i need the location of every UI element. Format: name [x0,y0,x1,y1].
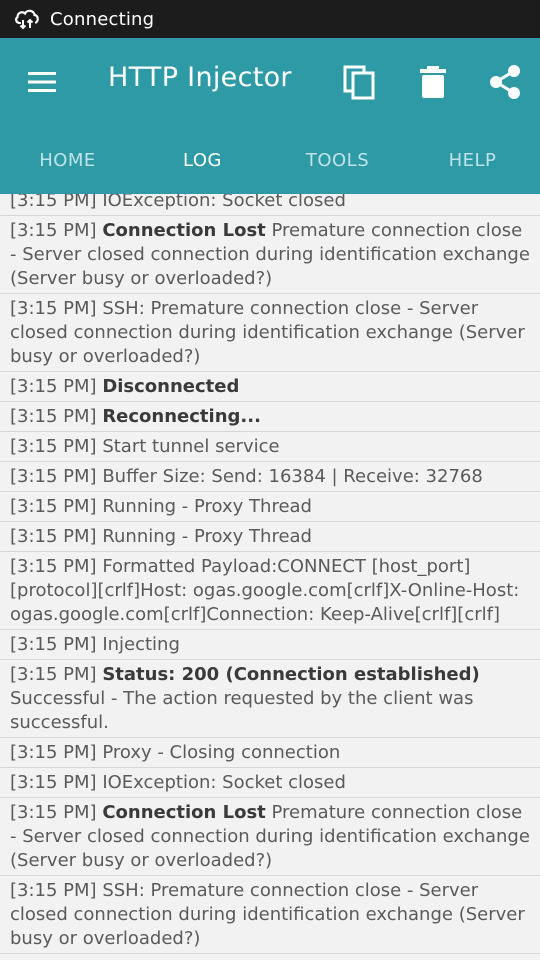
status-bar: Connecting [0,0,540,38]
log-entry: [3:15 PM] IOException: Socket closed [0,194,540,216]
log-timestamp: [3:15 PM] [10,880,97,901]
log-entry: [3:15 PM] SSH: Premature connection clos… [0,294,540,372]
log-entry: [3:15 PM] Connection Lost Premature conn… [0,216,540,294]
log-entry: [3:15 PM] Running - Proxy Thread [0,522,540,552]
log-message: Start tunnel service [102,436,280,457]
log-entry: [3:15 PM] Formatted Payload:CONNECT [hos… [0,552,540,630]
tab-help[interactable]: HELP [405,126,540,194]
log-entry: [3:15 PM] SSH: Premature connection clos… [0,876,540,954]
log-timestamp: [3:15 PM] [10,194,97,211]
log-list[interactable]: [3:15 PM] IOException: Socket closed [3:1… [0,194,540,960]
log-timestamp: [3:15 PM] [10,802,97,823]
log-event: Disconnected [102,376,240,397]
log-entry: [3:15 PM] Proxy - Closing connection [0,738,540,768]
log-entry: [3:15 PM] Injecting [0,630,540,660]
status-text: Connecting [50,8,155,30]
menu-icon[interactable] [26,68,58,96]
tab-log[interactable]: LOG [135,126,270,194]
log-timestamp: [3:15 PM] [10,436,97,457]
log-message: Proxy - Closing connection [102,742,341,763]
log-timestamp: [3:15 PM] [10,556,97,577]
log-event: Connection Lost [102,220,266,241]
log-event: Reconnecting... [102,406,261,427]
log-timestamp: [3:15 PM] [10,526,97,547]
log-message: IOException: Socket closed [102,772,346,793]
log-entry: [3:15 PM] Buffer Size: Send: 16384 | Rec… [0,462,540,492]
log-timestamp: [3:15 PM] [10,466,97,487]
tab-bar: HOME LOG TOOLS HELP [0,126,540,194]
log-entry: [3:15 PM] Connection Lost Premature conn… [0,798,540,876]
log-timestamp: [3:15 PM] [10,742,97,763]
log-timestamp: [3:15 PM] [10,496,97,517]
copy-icon[interactable] [342,64,376,100]
log-message: Running - Proxy Thread [102,496,312,517]
log-timestamp: [3:15 PM] [10,664,97,685]
log-entry: [3:15 PM] Disconnected [0,372,540,402]
log-entry: [3:15 PM] Start tunnel service [0,432,540,462]
log-event: Connection Lost [102,802,266,823]
log-message: Injecting [102,634,180,655]
app-title: HTTP Injector [108,62,292,93]
share-icon[interactable] [488,64,522,100]
log-message: Running - Proxy Thread [102,526,312,547]
cloud-sync-icon [15,9,39,30]
log-message: IOException: Socket closed [102,194,346,211]
log-entry: [3:15 PM] Reconnecting... [0,402,540,432]
app-bar: HTTP Injector [0,38,540,126]
log-timestamp: [3:15 PM] [10,772,97,793]
tab-home[interactable]: HOME [0,126,135,194]
tab-tools[interactable]: TOOLS [270,126,405,194]
log-entry: [3:15 PM] Status: 200 (Connection establ… [0,660,540,738]
log-entry: [3:15 PM] Disconnected [0,954,540,960]
log-timestamp: [3:15 PM] [10,376,97,397]
log-message: Buffer Size: Send: 16384 | Receive: 3276… [102,466,483,487]
log-timestamp: [3:15 PM] [10,406,97,427]
log-message: Successful - The action requested by the… [10,688,474,733]
log-timestamp: [3:15 PM] [10,220,97,241]
log-entry: [3:15 PM] Running - Proxy Thread [0,492,540,522]
log-timestamp: [3:15 PM] [10,634,97,655]
log-event: Status: 200 (Connection established) [102,664,480,685]
log-timestamp: [3:15 PM] [10,298,97,319]
log-entry: [3:15 PM] IOException: Socket closed [0,768,540,798]
delete-icon[interactable] [418,65,448,99]
